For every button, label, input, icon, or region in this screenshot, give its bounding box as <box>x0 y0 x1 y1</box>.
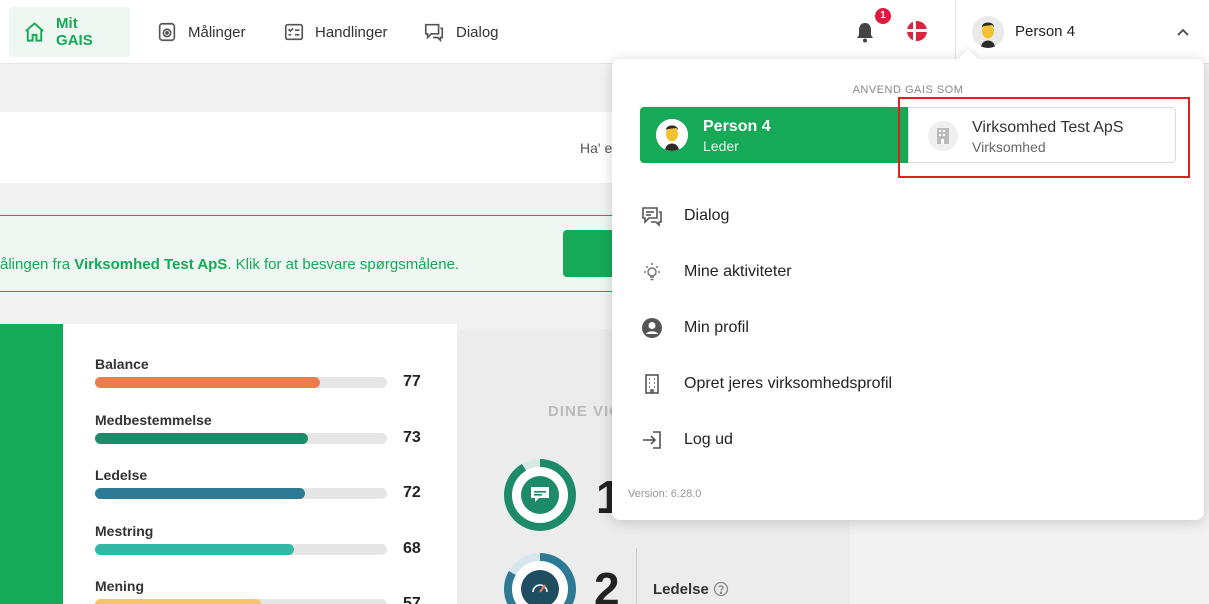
avatar <box>972 16 1004 48</box>
score-row: Balance 77 <box>95 356 435 390</box>
menu-label: Dialog <box>684 207 730 224</box>
use-as-heading: ANVEND GAIS SOM <box>852 84 964 96</box>
score-bar <box>95 433 387 444</box>
menu-label: Mine aktiviteter <box>684 263 792 280</box>
score-bar-fill <box>95 488 306 499</box>
avatar <box>656 119 688 151</box>
user-name: Person 4 <box>1015 23 1076 40</box>
checklist-icon <box>284 23 304 41</box>
dialog-progress-ring[interactable] <box>504 459 576 531</box>
notification-badge: 1 <box>875 8 891 24</box>
menu-item-mine-aktiviteter[interactable]: Mine aktiviteter <box>640 252 1180 292</box>
score-label: Mestring <box>95 523 154 539</box>
score-value: 72 <box>403 484 421 501</box>
gauge-icon <box>532 584 548 593</box>
nav-dialog[interactable]: Dialog <box>408 7 513 57</box>
notice-company: Virksomhed Test ApS <box>74 256 228 273</box>
role-title: Person 4 <box>703 118 771 135</box>
score-bar-fill <box>95 377 320 388</box>
score-value: 68 <box>403 540 421 557</box>
score-list: Balance 77 Medbestemmelse 73 Ledelse 72 Mestri… <box>63 324 457 604</box>
bell-icon[interactable] <box>853 20 877 44</box>
score-row: Ledelse 72 <box>95 467 435 501</box>
chat-icon <box>424 23 444 43</box>
score-bar <box>95 544 387 555</box>
score-value: 57 <box>403 595 421 604</box>
score-label: Ledelse <box>95 467 148 483</box>
score-bar <box>95 599 387 604</box>
score-bar-fill <box>95 433 309 444</box>
notice-prefix: ålingen fra <box>0 256 75 273</box>
nav-handlinger[interactable]: Handlinger <box>269 7 402 57</box>
home-icon <box>25 22 44 42</box>
score-sidebar-accent <box>0 324 63 604</box>
score-bar-fill <box>95 544 294 555</box>
big-number-2: 2 <box>594 563 620 604</box>
score-label: Balance <box>95 356 149 372</box>
version-label: Version: 6.28.0 <box>628 488 702 500</box>
nav-mit-gais[interactable]: Mit GAIS <box>9 7 130 57</box>
chevron-up-icon[interactable] <box>1176 25 1190 39</box>
danish-flag-icon[interactable] <box>907 21 927 41</box>
score-row: Mening 57 <box>95 578 435 604</box>
menu-label: Opret jeres virksomhedsprofil <box>684 375 893 392</box>
top-navigation-bar: Mit GAIS Målinger Handlinger Dialog 1 Pe… <box>0 0 1209 64</box>
score-value: 73 <box>403 429 421 446</box>
menu-item-log-ud[interactable]: Log ud <box>640 420 1180 460</box>
chat-icon <box>531 487 549 502</box>
score-row: Medbestemmelse 73 <box>95 412 435 446</box>
lightbulb-icon <box>644 263 660 281</box>
ledelse-label: Ledelse <box>653 581 709 598</box>
menu-item-min-profil[interactable]: Min profil <box>640 308 1180 348</box>
nav-label: Dialog <box>456 23 499 41</box>
score-bar-fill <box>95 599 262 604</box>
score-bar <box>95 488 387 499</box>
highlight-annotation <box>898 97 1190 178</box>
user-menu-toggle[interactable]: Person 4 <box>955 0 1209 64</box>
score-row: Mestring 68 <box>95 523 435 557</box>
nav-label: Målinger <box>188 23 246 41</box>
chat-icon <box>642 207 662 227</box>
menu-item-opret-virksomhedsprofil[interactable]: Opret jeres virksomhedsprofil <box>640 364 1180 404</box>
menu-label: Log ud <box>684 431 733 448</box>
nav-label: Mit GAIS <box>56 15 93 49</box>
score-bar <box>95 377 387 388</box>
welcome-panel <box>0 112 620 183</box>
nav-label: Handlinger <box>315 23 388 41</box>
score-label: Medbestemmelse <box>95 412 212 428</box>
insights-heading: DINE VIG <box>548 403 622 420</box>
menu-label: Min profil <box>684 319 749 336</box>
help-icon[interactable] <box>713 581 729 597</box>
divider <box>636 548 637 604</box>
score-value: 77 <box>403 373 421 390</box>
survey-notice-banner[interactable] <box>0 215 620 292</box>
gauge-icon <box>158 22 176 42</box>
score-label: Mening <box>95 578 144 594</box>
building-icon <box>645 374 659 394</box>
logout-icon <box>643 431 661 449</box>
menu-item-dialog[interactable]: Dialog <box>640 196 1180 236</box>
profile-icon <box>642 318 662 338</box>
notice-suffix: . Klik for at besvare spørgsmålene. <box>227 256 460 273</box>
nav-malinger[interactable]: Målinger <box>142 7 260 57</box>
role-subtitle: Leder <box>703 138 739 154</box>
role-person-option[interactable]: Person 4 Leder <box>640 107 908 163</box>
survey-notice-text: ålingen fra Virksomhed Test ApS. Klik fo… <box>0 256 459 273</box>
